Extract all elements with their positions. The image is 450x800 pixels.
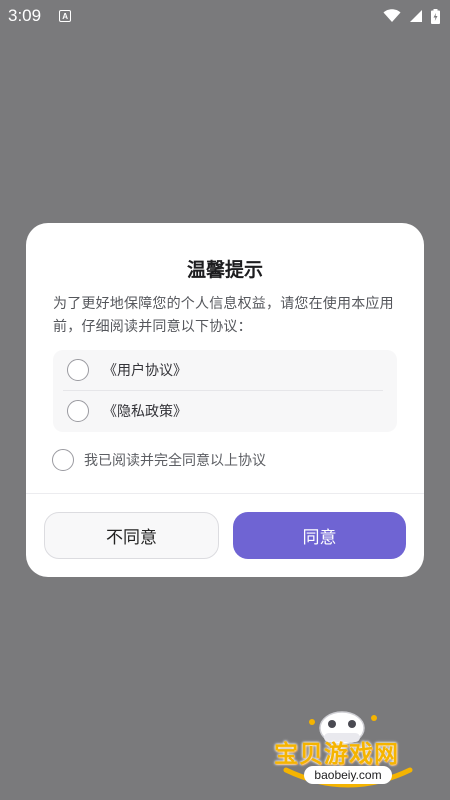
dialog-title: 温馨提示 bbox=[186, 259, 263, 281]
user-agreement-link[interactable]: 《用户协议》 bbox=[103, 360, 187, 380]
dialog-body-text: 为了更好地保障您的个人信息权益，请您在使用本应用前，仔细阅读并同意以下协议： bbox=[53, 296, 394, 335]
agreement-item-user-agreement[interactable]: 《用户协议》 bbox=[53, 350, 397, 390]
watermark-url: baobeiy.com bbox=[304, 766, 392, 784]
consent-label: 我已阅读并完全同意以上协议 bbox=[84, 453, 266, 469]
agree-button[interactable]: 同意 bbox=[233, 512, 406, 559]
agreement-list: 《用户协议》 《隐私政策》 bbox=[53, 350, 397, 432]
status-bar: 3:09 A bbox=[0, 0, 450, 32]
disagree-button[interactable]: 不同意 bbox=[44, 512, 219, 559]
privacy-policy-link[interactable]: 《隐私政策》 bbox=[103, 401, 187, 421]
watermark-brand: 宝贝游戏网 bbox=[274, 740, 399, 768]
consent-checkbox-row[interactable]: 我已阅读并完全同意以上协议 bbox=[52, 449, 266, 471]
battery-icon bbox=[431, 8, 440, 24]
footer-divider bbox=[26, 493, 424, 494]
wifi-icon bbox=[383, 9, 401, 22]
radio-privacy-policy[interactable] bbox=[67, 400, 89, 422]
watermark-logo: 宝贝游戏网 baobeiy.com bbox=[268, 700, 428, 790]
status-time: 3:09 bbox=[8, 6, 42, 25]
radio-user-agreement[interactable] bbox=[67, 359, 89, 381]
consent-radio[interactable] bbox=[52, 449, 74, 471]
agreement-item-privacy-policy[interactable]: 《隐私政策》 bbox=[53, 391, 397, 431]
privacy-dialog: 温馨提示 为了更好地保障您的个人信息权益，请您在使用本应用前，仔细阅读并同意以下… bbox=[26, 223, 424, 577]
status-icons bbox=[383, 8, 440, 24]
signal-icon bbox=[410, 10, 422, 22]
notification-a-icon: A bbox=[59, 10, 72, 22]
